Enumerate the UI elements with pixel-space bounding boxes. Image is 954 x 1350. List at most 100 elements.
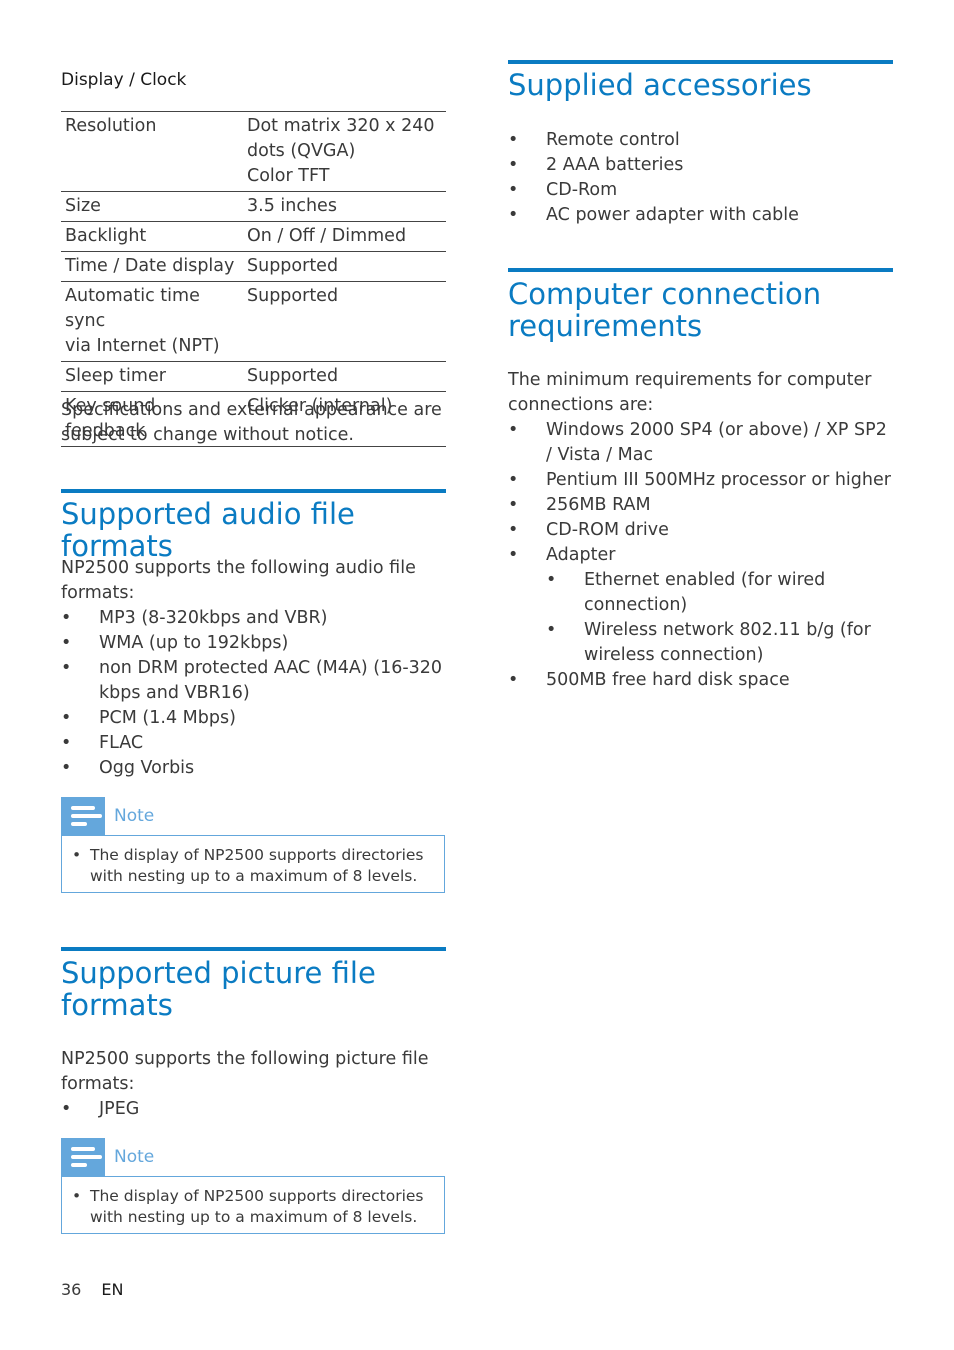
list-item-text: / Vista / Mac (546, 445, 654, 465)
intro-line: NP2500 supports the following audio file (61, 558, 416, 578)
heading-line: Computer connection (508, 277, 822, 311)
adapter-sublist: • Ethernet enabled (for wired connection) … (546, 568, 893, 668)
picture-formats-list: • JPEG (61, 1097, 446, 1122)
spec-key: Resolution (61, 111, 243, 192)
list-item-text: connection) (584, 595, 688, 615)
list-item: • Adapter • Ethernet enabled (for wired con… (508, 543, 893, 668)
bullet-icon: • (61, 608, 72, 628)
note-box: • The display of NP2500 supports director… (61, 1176, 445, 1234)
note-text: with nesting up to a maximum of 8 levels… (90, 867, 418, 885)
page-number: 36 (61, 1280, 82, 1299)
intro-line: formats: (61, 1074, 135, 1094)
table-row: Backlight On / Off / Dimmed (61, 221, 446, 252)
list-item: • Wireless network 802.11 b/g (for wireles… (546, 618, 893, 668)
list-item-text: AC power adapter with cable (546, 205, 799, 225)
computer-requirements-list: • Windows 2000 SP4 (or above) / XP SP2 / V… (508, 418, 893, 693)
intro-line: The minimum requirements for computer (508, 370, 872, 390)
table-row: Sleep timer Supported (61, 361, 446, 392)
spec-disclaimer: Specifications and external appearance a… (61, 398, 442, 448)
section-divider-bar (508, 268, 893, 272)
bullet-icon: • (61, 658, 72, 678)
list-item-text: 2 AAA batteries (546, 155, 684, 175)
spec-key: Automatic time sync via Internet (NPT) (61, 281, 243, 362)
note-text: with nesting up to a maximum of 8 levels… (90, 1208, 418, 1226)
list-item: • PCM (1.4 Mbps) (61, 706, 446, 731)
list-item: • CD-ROM drive (508, 518, 893, 543)
note-text: The display of NP2500 supports directori… (90, 846, 424, 864)
list-item: • MP3 (8-320kbps and VBR) (61, 606, 446, 631)
list-item: • 500MB free hard disk space (508, 668, 893, 693)
bullet-icon: • (508, 520, 519, 540)
spec-value: Dot matrix 320 x 240 dots (QVGA) Color T… (243, 111, 446, 192)
spec-key: Sleep timer (61, 361, 243, 392)
list-item: • 256MB RAM (508, 493, 893, 518)
section-divider-bar (508, 60, 893, 64)
intro-line: NP2500 supports the following picture fi… (61, 1049, 429, 1069)
note-line: • The display of NP2500 supports director… (72, 1186, 436, 1207)
bullet-icon: • (72, 1187, 82, 1205)
list-item: • FLAC (61, 731, 446, 756)
bullet-icon: • (61, 733, 72, 753)
spec-value-line: dots (QVGA) (247, 141, 356, 161)
audio-formats-list: • MP3 (8-320kbps and VBR) • WMA (up to 192… (61, 606, 446, 781)
table-row: Size 3.5 inches (61, 191, 446, 222)
bullet-icon: • (508, 670, 519, 690)
list-item-text: CD-Rom (546, 180, 618, 200)
spec-key: Backlight (61, 221, 243, 252)
list-item: • JPEG (61, 1097, 446, 1122)
page-footer: 36 EN (61, 1280, 123, 1299)
bullet-icon: • (508, 495, 519, 515)
bullet-icon: • (508, 205, 519, 225)
disclaimer-line: subject to change without notice. (61, 425, 354, 445)
spec-value: 3.5 inches (243, 191, 446, 222)
list-item: • WMA (up to 192kbps) (61, 631, 446, 656)
list-item-text: Ogg Vorbis (99, 758, 195, 778)
list-item: • Ogg Vorbis (61, 756, 446, 781)
list-item-text: kbps and VBR16) (99, 683, 250, 703)
list-item-text: JPEG (99, 1099, 140, 1119)
list-item: • Remote control (508, 128, 893, 153)
picture-intro: NP2500 supports the following picture fi… (61, 1047, 428, 1097)
list-item-text: 500MB free hard disk space (546, 670, 790, 690)
list-item-text: Pentium III 500MHz processor or higher (546, 470, 891, 490)
audio-formats-heading: Supported audio file formats (61, 497, 355, 563)
audio-intro: NP2500 supports the following audio file… (61, 556, 416, 606)
list-item-text: wireless connection) (584, 645, 764, 665)
bullet-icon: • (546, 620, 557, 640)
bullet-icon: • (61, 758, 72, 778)
spec-value: Supported (243, 281, 446, 362)
note-icon (61, 797, 105, 835)
list-item-text: Ethernet enabled (for wired (584, 570, 826, 590)
list-item: • AC power adapter with cable (508, 203, 893, 228)
disclaimer-line: Specifications and external appearance a… (61, 400, 442, 420)
table-row: Time / Date display Supported (61, 251, 446, 282)
list-item-text: Remote control (546, 130, 680, 150)
accessories-list: • Remote control • 2 AAA batteries • CD-Rom… (508, 128, 893, 228)
picture-formats-heading: Supported picture file formats (61, 957, 376, 1021)
list-item: • CD-Rom (508, 178, 893, 203)
spec-key: Size (61, 191, 243, 222)
list-item-text: MP3 (8-320kbps and VBR) (99, 608, 328, 628)
bullet-icon: • (61, 633, 72, 653)
section-divider-bar (61, 489, 446, 493)
table-row: Resolution Dot matrix 320 x 240 dots (QV… (61, 111, 446, 192)
list-item-text: Adapter (546, 545, 616, 565)
spec-value-line: Color TFT (247, 166, 330, 186)
spec-key-line: via Internet (NPT) (65, 336, 220, 356)
list-item: • Ethernet enabled (for wired connection) (546, 568, 893, 618)
note-label: Note (114, 806, 155, 826)
intro-line: formats: (61, 583, 135, 603)
list-item-text: WMA (up to 192kbps) (99, 633, 289, 653)
display-clock-subheading: Display / Clock (61, 70, 187, 90)
heading-line: Supported picture file (61, 956, 376, 990)
bullet-icon: • (546, 570, 557, 590)
list-item: • Windows 2000 SP4 (or above) / XP SP2 / V… (508, 418, 893, 468)
bullet-icon: • (508, 180, 519, 200)
note-text: The display of NP2500 supports directori… (90, 1187, 424, 1205)
bullet-icon: • (61, 708, 72, 728)
bullet-icon: • (72, 846, 82, 864)
computer-requirements-heading: Computer connection requirements (508, 278, 821, 342)
bullet-icon: • (508, 545, 519, 565)
list-item: • Pentium III 500MHz processor or higher (508, 468, 893, 493)
list-item-text: Wireless network 802.11 b/g (for (584, 620, 871, 640)
